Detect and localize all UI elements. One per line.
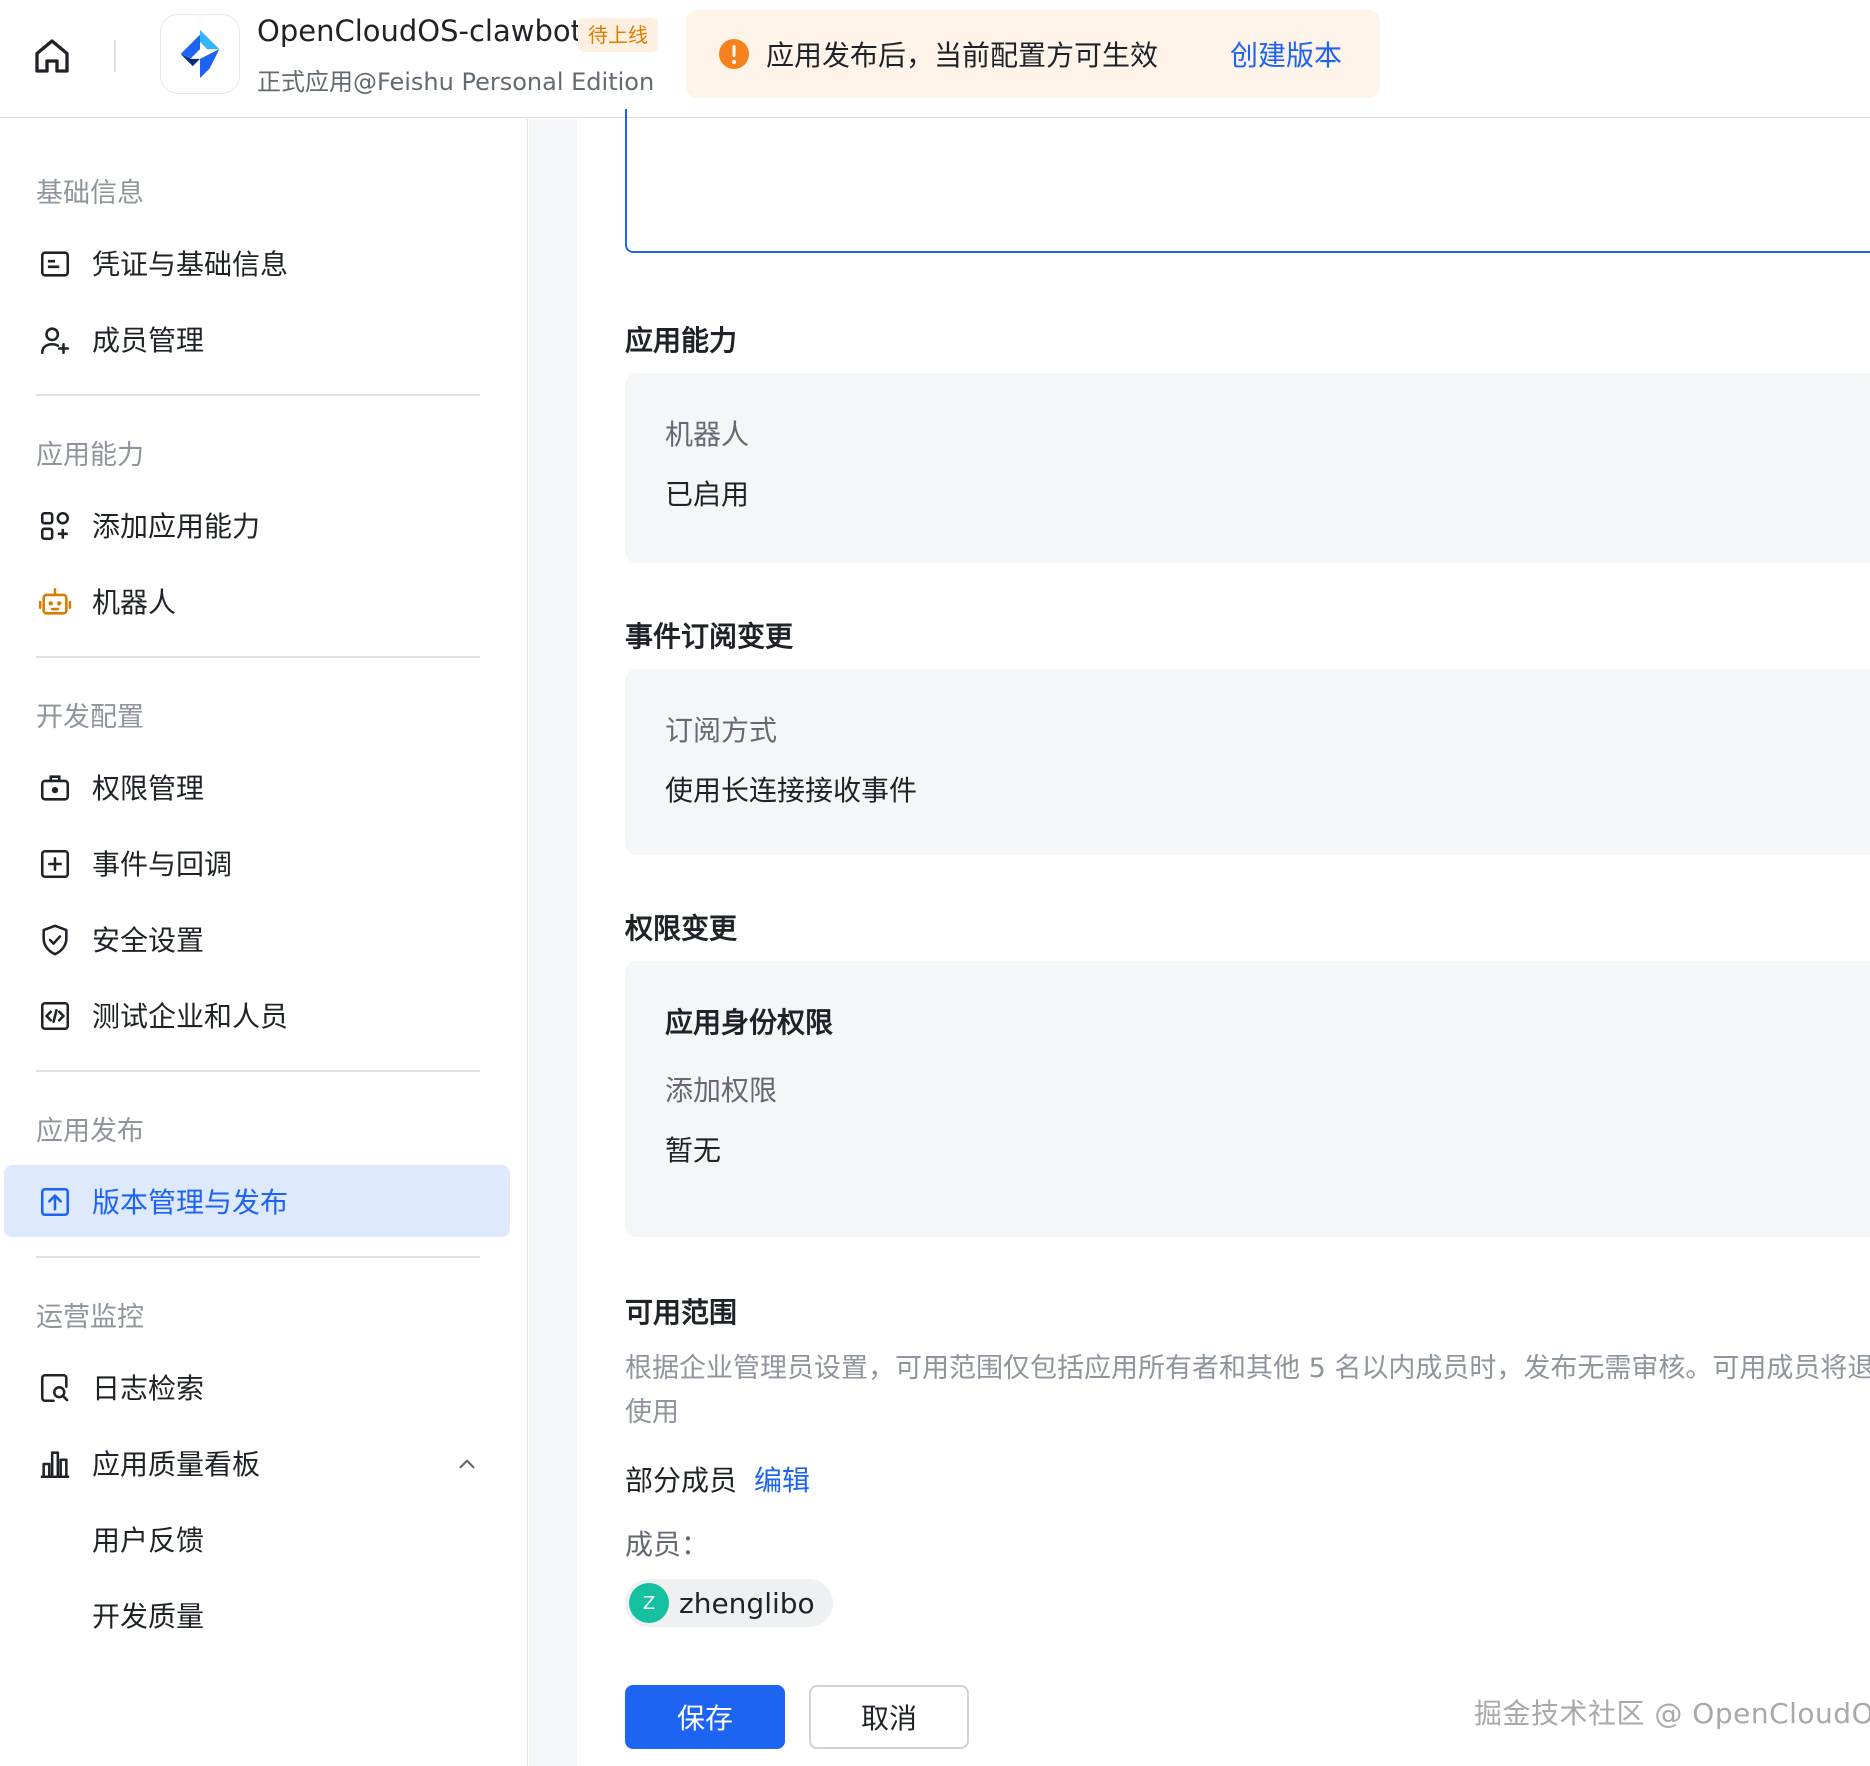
sidebar-item-test-org[interactable]: 测试企业和人员 [4, 979, 510, 1051]
app-subtitle: 正式应用@Feishu Personal Edition [257, 68, 655, 96]
save-button[interactable]: 保存 [625, 1685, 785, 1749]
status-badge: 待上线 [578, 18, 658, 52]
sidebar-item-log-search[interactable]: 日志检索 [4, 1351, 510, 1423]
sidebar-item-credentials[interactable]: 凭证与基础信息 [4, 227, 510, 299]
scope-edit-link[interactable]: 编辑 [754, 1459, 810, 1499]
robot-icon [38, 587, 72, 615]
add-permission-label: 添加权限 [665, 1074, 778, 1107]
log-search-icon [40, 1373, 69, 1403]
sidebar-item-label: 开发质量 [92, 1600, 205, 1633]
member-chip[interactable]: Z zhenglibo [625, 1579, 833, 1627]
main-gutter [529, 119, 577, 1766]
sidebar-item-label: 事件与回调 [92, 848, 233, 881]
notice-text: 应用发布后，当前配置方可生效 [766, 39, 1159, 72]
chevron-up-icon[interactable] [454, 1451, 480, 1477]
app-title: OpenCloudOS-clawbot [257, 14, 583, 48]
sidebar-item-quality-dashboard[interactable]: 应用质量看板 [4, 1427, 510, 1499]
scope-section-title: 可用范围 [625, 1296, 738, 1329]
events-card: 订阅方式 使用长连接接收事件 [625, 669, 1870, 855]
group-title-capability: 应用能力 [36, 440, 144, 471]
sidebar-item-add-capability[interactable]: 添加应用能力 [4, 489, 510, 561]
create-version-link[interactable]: 创建版本 [1230, 34, 1342, 74]
shield-icon [42, 924, 68, 956]
sidebar-item-label: 应用质量看板 [92, 1448, 261, 1481]
sidebar-item-dev-quality[interactable]: 开发质量 [4, 1579, 510, 1651]
header-divider [114, 40, 116, 72]
avatar: Z [629, 1583, 669, 1623]
add-member-icon [40, 327, 70, 355]
main-content: 应用能力 机器人 已启用 事件订阅变更 订阅方式 使用长连接接收事件 权限变更 … [577, 109, 1870, 1766]
sidebar-item-robot[interactable]: 机器人 [4, 565, 510, 637]
briefcase-lock-icon [40, 775, 70, 801]
bar-chart-icon [40, 1451, 70, 1479]
sidebar-item-label: 凭证与基础信息 [92, 248, 289, 281]
group-title-basic: 基础信息 [36, 178, 144, 209]
scope-description: 根据企业管理员设置，可用范围仅包括应用所有者和其他 5 名以内成员时，发布无需审… [625, 1353, 1870, 1428]
sidebar-item-security[interactable]: 安全设置 [4, 903, 510, 975]
subscribe-method-label: 订阅方式 [665, 714, 778, 747]
sidebar-divider [36, 1070, 480, 1072]
sidebar-item-version-release[interactable]: 版本管理与发布 [4, 1165, 510, 1237]
sidebar-item-user-feedback[interactable]: 用户反馈 [4, 1503, 510, 1575]
sidebar-item-label: 测试企业和人员 [92, 1000, 289, 1033]
events-section-title: 事件订阅变更 [625, 620, 794, 653]
capability-section-title: 应用能力 [625, 324, 738, 357]
member-name: zhenglibo [679, 1586, 815, 1620]
permissions-section-title: 权限变更 [625, 912, 738, 945]
publish-notice-banner: 应用发布后，当前配置方可生效 创建版本 [686, 10, 1380, 98]
warning-icon [719, 39, 749, 69]
group-title-monitor: 运营监控 [36, 1302, 144, 1333]
watermark: 掘金技术社区 @ OpenCloudOS [1474, 1697, 1870, 1730]
sidebar: 基础信息 凭证与基础信息 成员管理 应用能力 添加应用能力 机器人 开发配置 权… [0, 119, 528, 1766]
sidebar-item-label: 添加应用能力 [92, 510, 261, 543]
code-box-icon [40, 1001, 70, 1031]
scope-type: 部分成员 [625, 1464, 738, 1497]
sidebar-item-label: 版本管理与发布 [92, 1186, 289, 1219]
sidebar-item-label: 用户反馈 [92, 1524, 205, 1557]
app-identity-permission-head: 应用身份权限 [665, 1006, 834, 1039]
sidebar-item-label: 权限管理 [92, 772, 205, 805]
sidebar-item-members[interactable]: 成员管理 [4, 303, 510, 375]
description-textarea[interactable] [625, 109, 1870, 253]
add-permission-value: 暂无 [665, 1134, 722, 1167]
capability-value: 已启用 [665, 478, 750, 511]
apps-grid-icon [40, 511, 70, 541]
home-icon [35, 39, 69, 73]
permissions-card: 应用身份权限 添加权限 暂无 [625, 961, 1870, 1237]
capability-label: 机器人 [665, 418, 750, 451]
group-title-dev-config: 开发配置 [36, 702, 144, 733]
app-logo [160, 14, 240, 94]
sidebar-item-label: 成员管理 [92, 324, 205, 357]
upload-box-icon [40, 1187, 70, 1217]
cancel-button[interactable]: 取消 [809, 1685, 969, 1749]
sidebar-item-events[interactable]: 事件与回调 [4, 827, 510, 899]
sidebar-item-label: 日志检索 [92, 1372, 205, 1405]
sidebar-divider [36, 656, 480, 658]
home-button[interactable] [30, 34, 74, 78]
group-title-publish: 应用发布 [36, 1116, 144, 1147]
credential-icon [40, 251, 70, 277]
sidebar-item-label: 机器人 [92, 586, 177, 619]
app-logo-icon [180, 29, 220, 79]
capability-card: 机器人 已启用 [625, 373, 1870, 563]
sidebar-item-permissions[interactable]: 权限管理 [4, 751, 510, 823]
plus-square-icon [40, 849, 70, 879]
members-label: 成员： [625, 1528, 710, 1561]
subscribe-method-value: 使用长连接接收事件 [665, 774, 918, 807]
sidebar-divider [36, 394, 480, 396]
sidebar-item-label: 安全设置 [92, 924, 205, 957]
sidebar-divider [36, 1256, 480, 1258]
top-header: OpenCloudOS-clawbot 待上线 正式应用@Feishu Pers… [0, 0, 1870, 118]
